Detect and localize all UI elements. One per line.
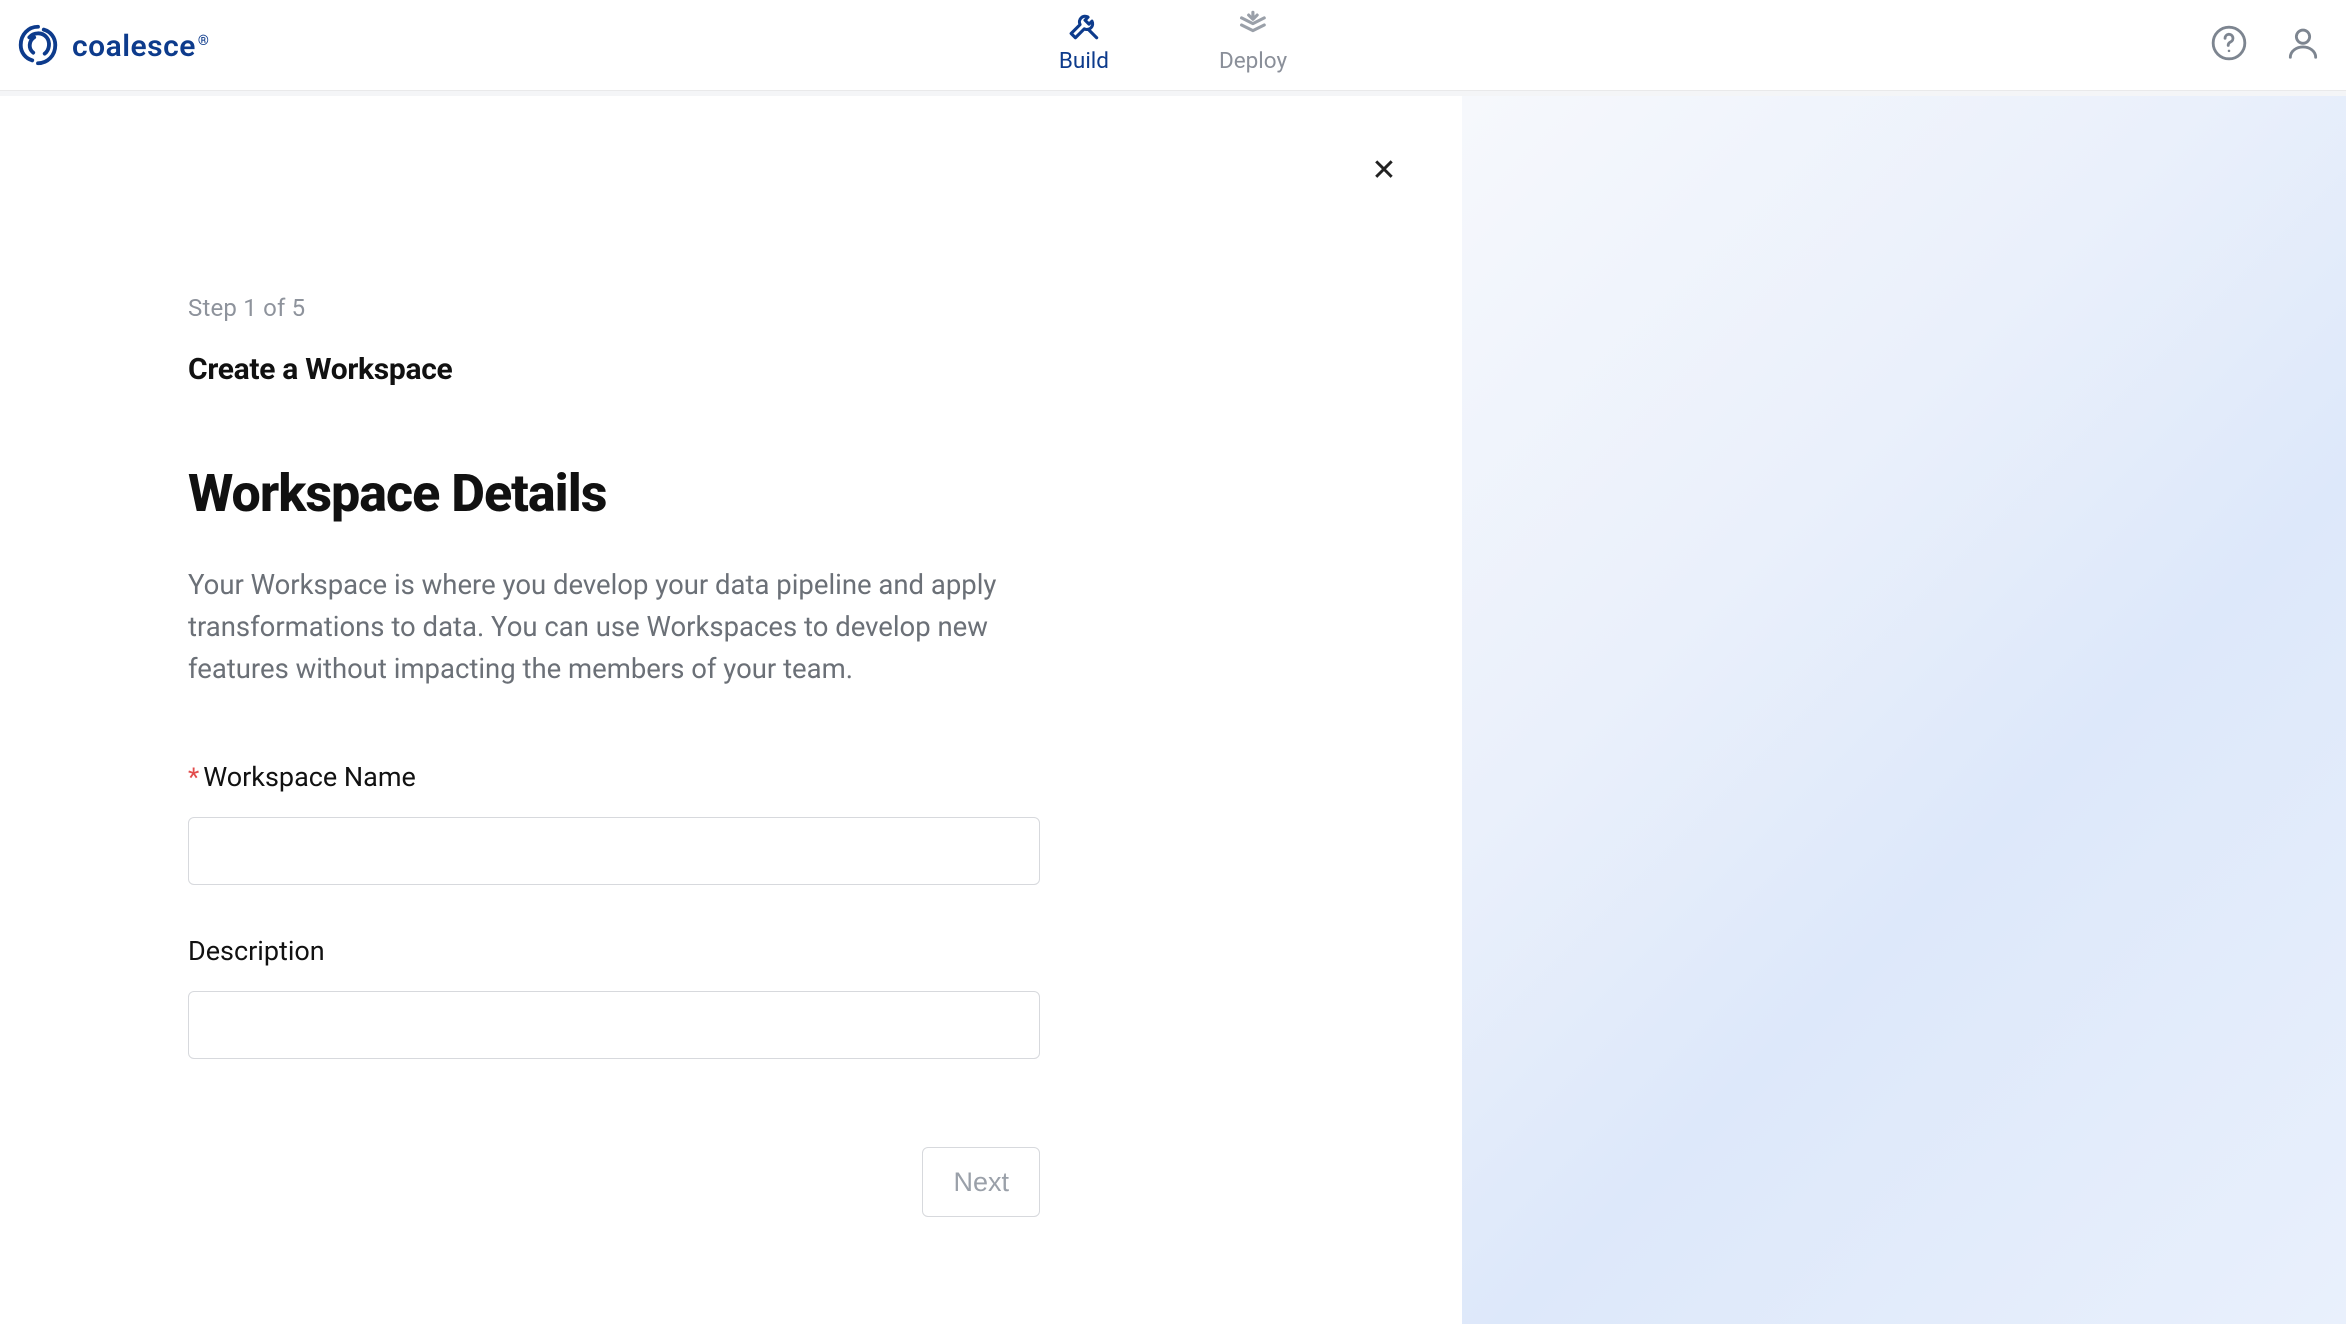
top-nav: Build Deploy xyxy=(1059,8,1287,74)
description-label: Description xyxy=(188,935,1040,967)
nav-tab-build-label: Build xyxy=(1059,48,1109,74)
page-description: Your Workspace is where you develop your… xyxy=(188,564,1040,689)
help-button[interactable] xyxy=(2210,24,2248,66)
tools-icon xyxy=(1067,8,1101,42)
workspace-name-label: *Workspace Name xyxy=(188,761,1040,793)
deploy-icon xyxy=(1236,8,1270,42)
brand-wordmark: coalesce® xyxy=(72,29,209,64)
field-description: Description xyxy=(188,935,1040,1059)
workspace-name-input[interactable] xyxy=(188,817,1040,885)
wizard-title: Create a Workspace xyxy=(188,352,1040,387)
close-icon: ✕ xyxy=(1371,154,1396,187)
main-content: ✕ Step 1 of 5 Create a Workspace Workspa… xyxy=(0,96,2346,1324)
nav-tab-build[interactable]: Build xyxy=(1059,8,1109,74)
close-button[interactable]: ✕ xyxy=(1371,156,1396,186)
description-input[interactable] xyxy=(188,991,1040,1059)
required-star: * xyxy=(188,763,199,793)
brand-block[interactable]: coalesce® xyxy=(14,21,209,69)
step-indicator: Step 1 of 5 xyxy=(188,294,1040,322)
field-workspace-name: *Workspace Name xyxy=(188,761,1040,885)
page-heading: Workspace Details xyxy=(188,463,1040,524)
workspace-name-label-text: Workspace Name xyxy=(203,761,416,793)
swirl-icon xyxy=(14,21,62,69)
wizard-pane: ✕ Step 1 of 5 Create a Workspace Workspa… xyxy=(0,96,1462,1324)
app-header: coalesce® Build Deploy xyxy=(0,0,2346,91)
wizard-form: Step 1 of 5 Create a Workspace Workspace… xyxy=(0,294,1080,1217)
next-button[interactable]: Next xyxy=(922,1147,1040,1217)
nav-tab-deploy-label: Deploy xyxy=(1219,48,1287,74)
illustration-pane xyxy=(1462,96,2346,1324)
wizard-actions: Next xyxy=(188,1147,1040,1217)
nav-tab-deploy[interactable]: Deploy xyxy=(1219,8,1287,74)
header-actions xyxy=(2210,24,2322,66)
user-menu-button[interactable] xyxy=(2284,24,2322,66)
help-circle-icon xyxy=(2210,24,2248,66)
user-icon xyxy=(2284,24,2322,66)
